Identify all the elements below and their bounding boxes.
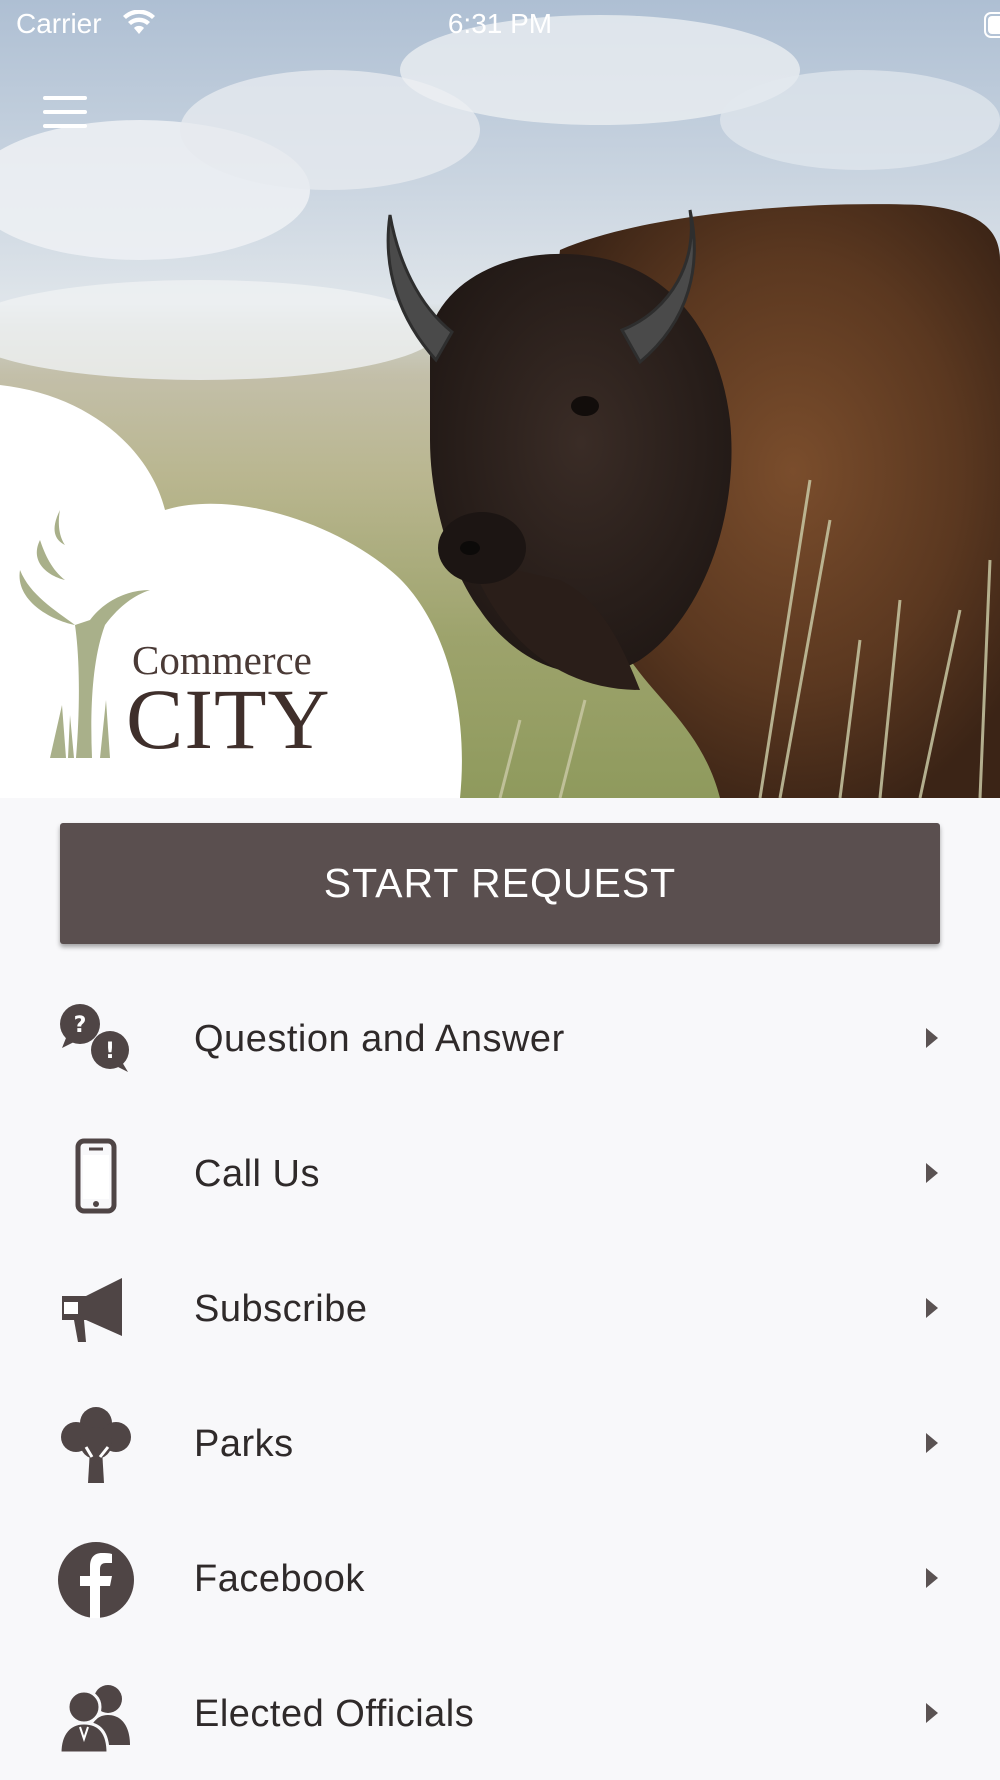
list-item-question-and-answer[interactable]: ? ! Question and Answer [0,970,1000,1105]
chevron-right-icon [926,1028,938,1048]
chevron-right-icon [926,1568,938,1588]
chevron-right-icon [926,1703,938,1723]
question-answer-icon: ? ! [56,1000,136,1080]
logo-text-city: CITY [126,671,331,767]
officials-icon [56,1675,136,1755]
tree-icon [56,1405,136,1485]
chevron-right-icon [926,1163,938,1183]
list-item-label: Subscribe [194,1288,368,1330]
start-request-button[interactable]: START REQUEST [60,823,940,944]
list-item-label: Elected Officials [194,1693,475,1735]
phone-icon [56,1135,136,1215]
hero-banner: Commerce CITY Carrier 6:31 PM [0,0,1000,798]
list-item-label: Question and Answer [194,1018,565,1060]
megaphone-icon [56,1270,136,1350]
status-bar: Carrier 6:31 PM [0,0,1000,50]
chevron-right-icon [926,1433,938,1453]
list-item-label: Parks [194,1423,294,1465]
menu-list: ? ! Question and Answer Call Us Subscrib… [0,970,1000,1780]
list-item-facebook[interactable]: Facebook [0,1510,1000,1645]
svg-text:?: ? [74,1013,87,1038]
hamburger-menu-icon[interactable] [38,96,92,136]
svg-text:!: ! [105,1039,115,1064]
list-item-call-us[interactable]: Call Us [0,1105,1000,1240]
facebook-icon [56,1540,136,1620]
list-item-subscribe[interactable]: Subscribe [0,1240,1000,1375]
list-item-parks[interactable]: Parks [0,1375,1000,1510]
list-item-label: Call Us [194,1153,320,1195]
list-item-label: Facebook [194,1558,365,1600]
status-time: 6:31 PM [447,8,553,39]
list-item-elected-officials[interactable]: Elected Officials [0,1645,1000,1780]
chevron-right-icon [926,1298,938,1318]
